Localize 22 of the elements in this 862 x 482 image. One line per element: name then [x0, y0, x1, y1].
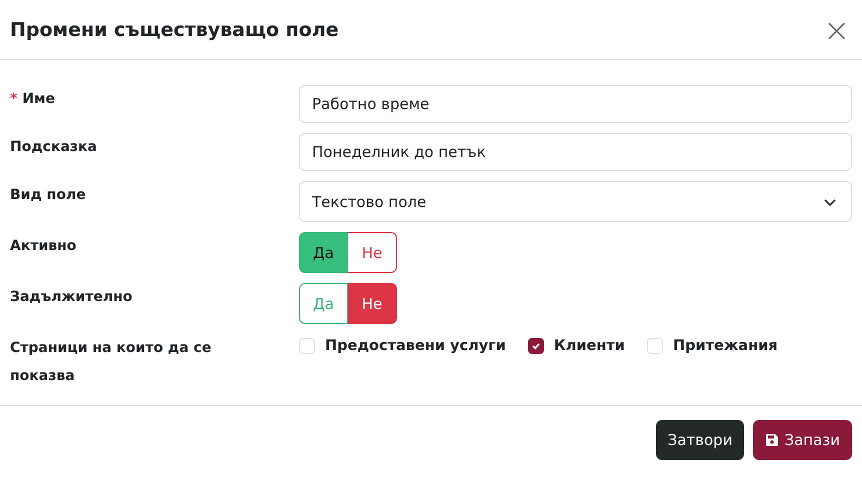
checkmark-icon [530, 341, 541, 351]
field-label: Име [22, 91, 55, 107]
checkbox[interactable] [528, 338, 544, 354]
checkbox-label: Притежания [672, 338, 778, 354]
toggle-option[interactable]: Да [299, 232, 348, 273]
toggle-option[interactable]: Не [348, 283, 397, 324]
dialog-title: Промени съществуващо поле [10, 18, 339, 40]
save-button[interactable]: Запази [753, 420, 852, 460]
close-button[interactable]: × [819, 14, 854, 46]
close-dialog-button[interactable]: Затвори [656, 420, 744, 460]
checkbox-label: Клиенти [554, 338, 625, 354]
field-label: Задължително [10, 289, 132, 305]
field-label: Страници на които да се показва [10, 340, 212, 384]
select-field[interactable]: Текстово поле [299, 181, 852, 222]
input-field[interactable]: Работно време [299, 85, 852, 123]
input-field[interactable]: Понеделник до петък [299, 133, 852, 171]
field-label: Активно [10, 238, 76, 254]
field-label: Вид поле [10, 187, 86, 203]
checkbox-label: Предоставени услуги [325, 338, 506, 354]
required-marker: * [10, 91, 18, 107]
field-label: Подсказка [10, 139, 97, 155]
toggle-option[interactable]: Не [348, 232, 397, 273]
